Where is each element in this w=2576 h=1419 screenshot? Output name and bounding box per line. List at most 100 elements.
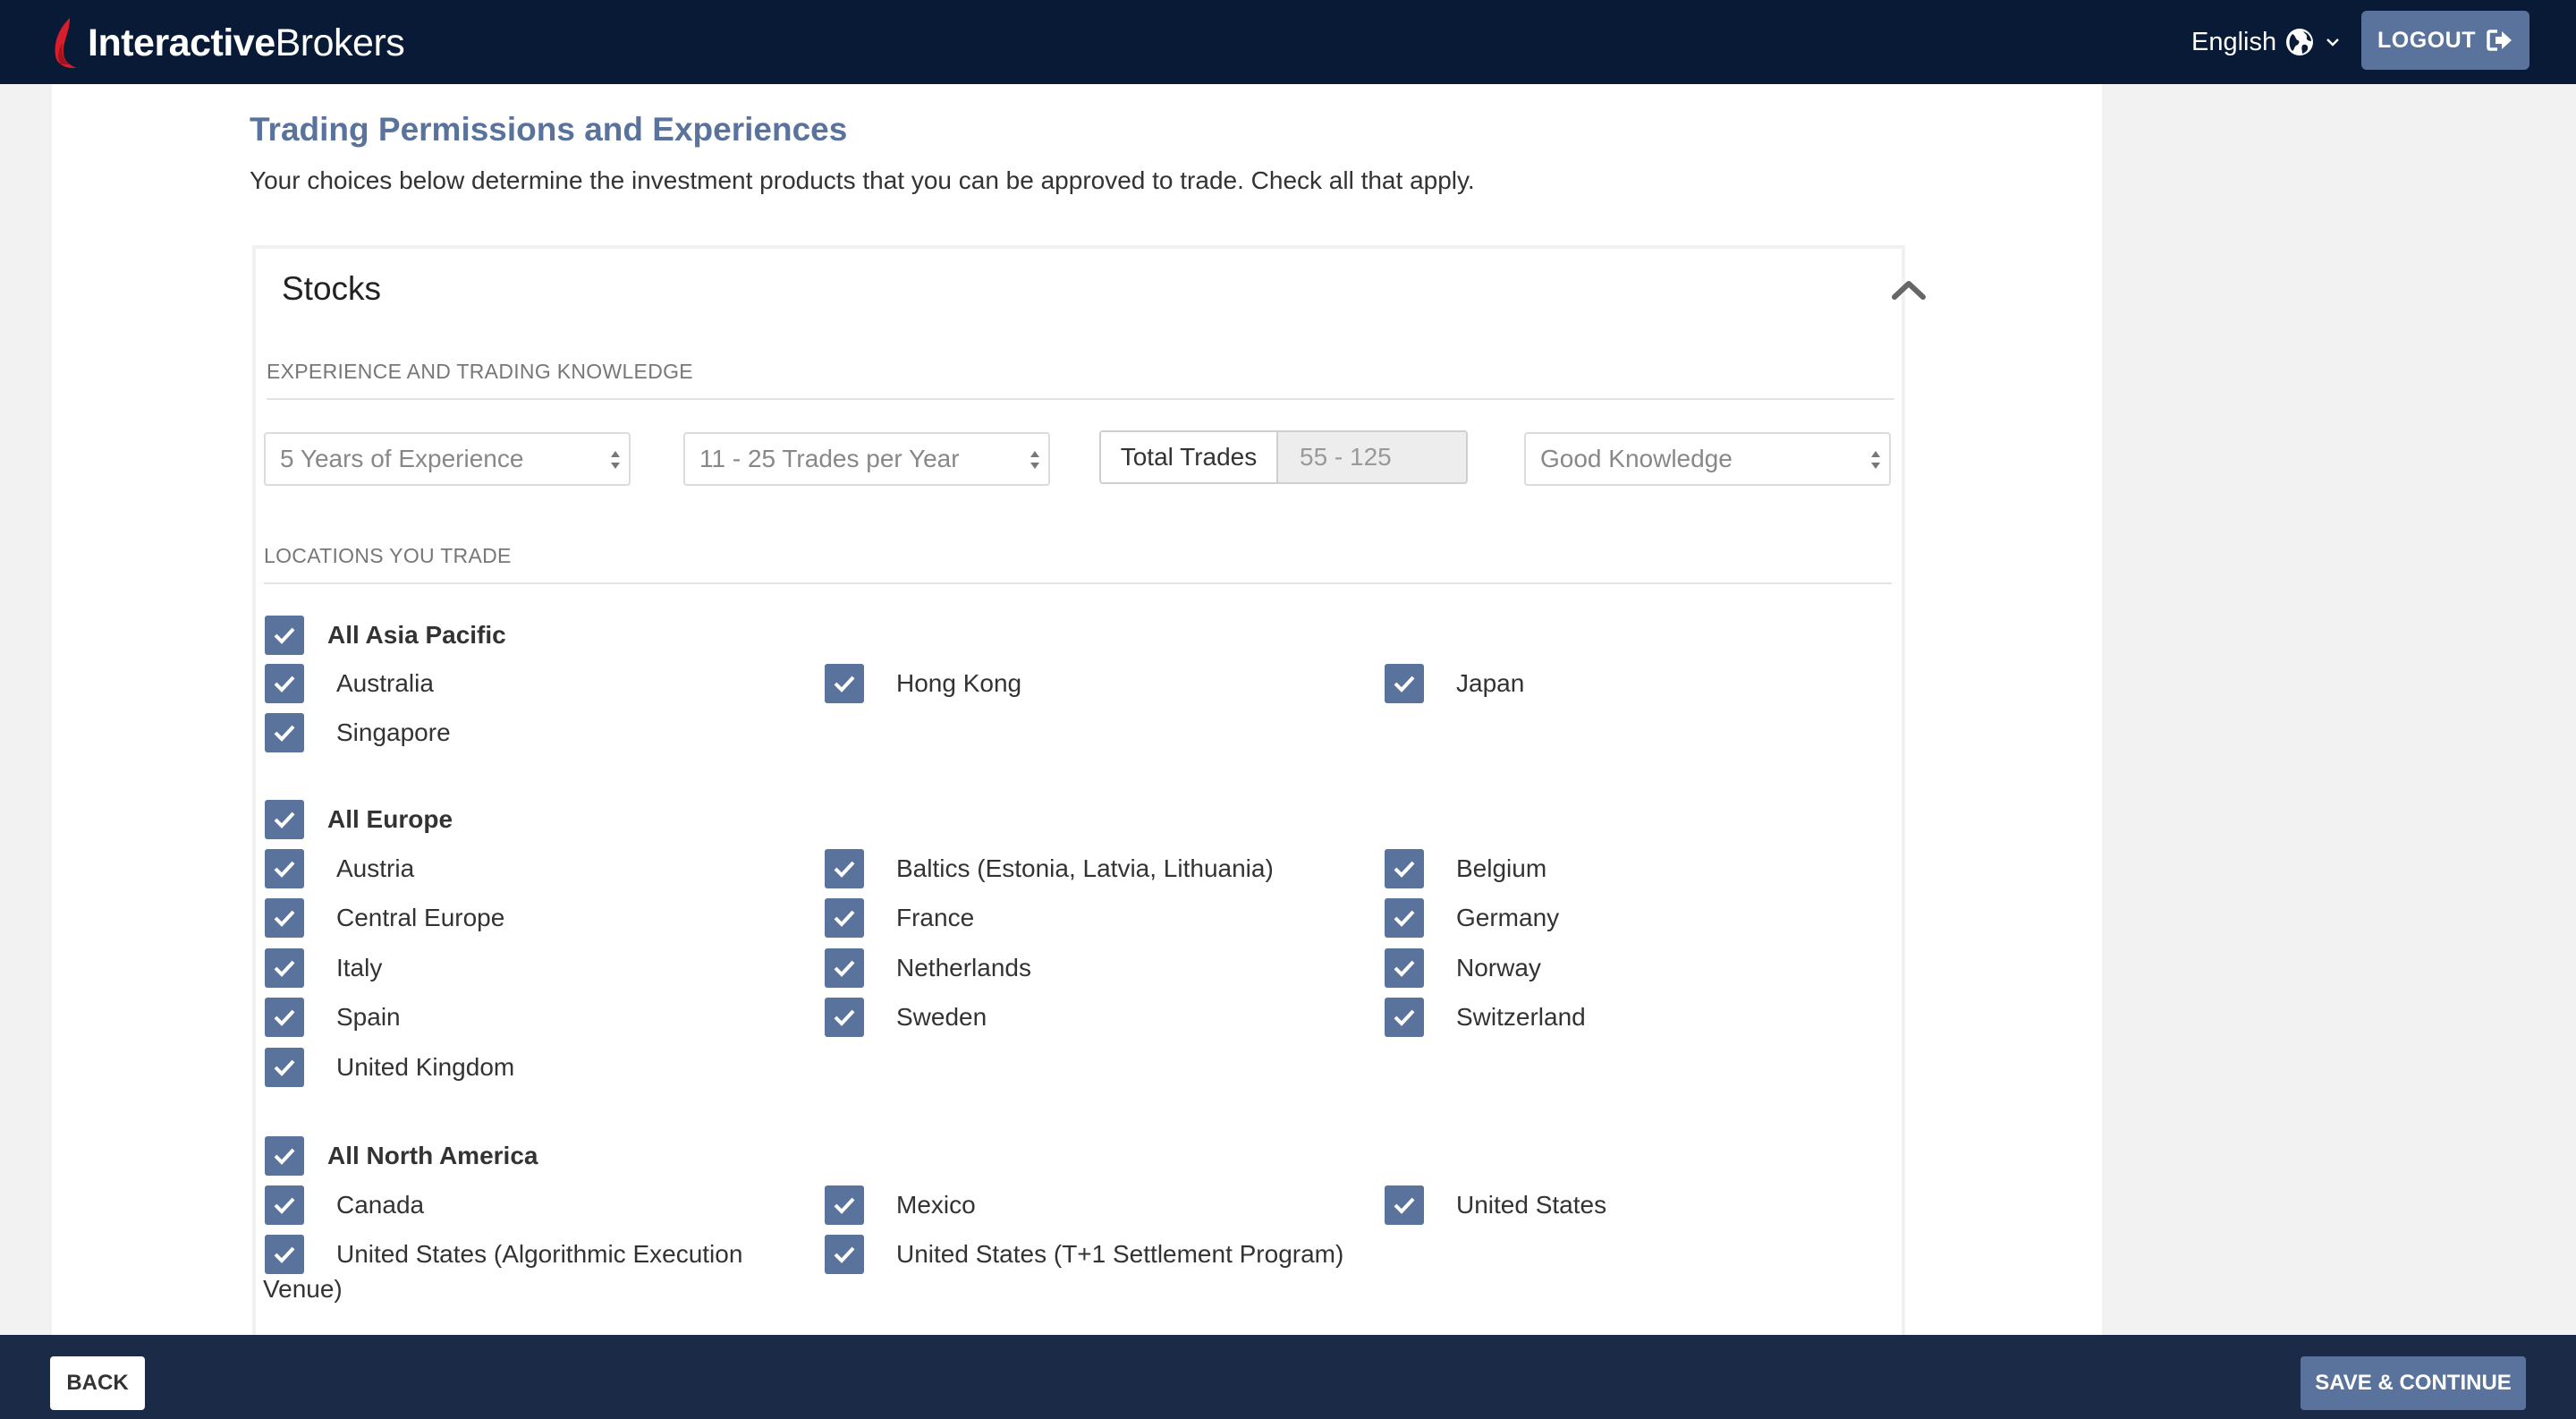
globe-icon bbox=[2286, 29, 2314, 55]
select-arrows-icon bbox=[1871, 451, 1880, 469]
page-title: Trading Permissions and Experiences bbox=[250, 111, 848, 148]
checkbox-sweden[interactable]: Sweden bbox=[825, 998, 987, 1037]
checkbox-checked bbox=[265, 800, 304, 839]
checkbox-label: United States bbox=[1456, 1191, 1607, 1219]
checkbox-label: Sweden bbox=[896, 1003, 987, 1031]
checkbox-all-north-america[interactable]: All North America bbox=[265, 1136, 538, 1176]
checkbox-checked bbox=[1385, 1185, 1424, 1225]
checkbox-checked bbox=[1385, 849, 1424, 888]
checkbox-checked bbox=[265, 1185, 304, 1225]
chevron-down-icon bbox=[2326, 38, 2339, 47]
save-continue-button[interactable]: SAVE & CONTINUE bbox=[2301, 1356, 2526, 1410]
checkbox-label: Canada bbox=[336, 1191, 425, 1219]
checkbox-checked bbox=[825, 849, 864, 888]
select-arrows-icon bbox=[611, 451, 620, 469]
checkbox-checked bbox=[265, 713, 304, 752]
trades-per-year-select[interactable]: 11 - 25 Trades per Year bbox=[683, 432, 1050, 486]
checkbox-all-europe[interactable]: All Europe bbox=[265, 800, 453, 839]
checkmark-icon bbox=[274, 725, 295, 742]
checkmark-icon bbox=[274, 910, 295, 927]
checkbox-checked bbox=[825, 1185, 864, 1225]
checkmark-icon bbox=[1394, 960, 1415, 977]
years-experience-select[interactable]: 5 Years of Experience bbox=[264, 432, 631, 486]
checkbox-france[interactable]: France bbox=[825, 898, 974, 938]
years-experience-value: 5 Years of Experience bbox=[280, 445, 524, 472]
checkmark-icon bbox=[1394, 1009, 1415, 1026]
checkbox-checked bbox=[265, 1235, 304, 1274]
sign-out-icon bbox=[2487, 30, 2512, 51]
checkmark-icon bbox=[274, 1246, 295, 1263]
checkbox-belgium[interactable]: Belgium bbox=[1385, 849, 1546, 888]
checkmark-icon bbox=[834, 1246, 855, 1263]
checkbox-japan[interactable]: Japan bbox=[1385, 664, 1524, 703]
checkbox-united-kingdom[interactable]: United Kingdom bbox=[265, 1048, 514, 1087]
checkbox-singapore[interactable]: Singapore bbox=[265, 713, 451, 752]
checkbox-austria[interactable]: Austria bbox=[265, 849, 414, 888]
checkmark-icon bbox=[834, 861, 855, 878]
checkbox-checked bbox=[265, 849, 304, 888]
top-header: InteractiveBrokers English LOGOUT bbox=[0, 0, 2576, 84]
checkbox-germany[interactable]: Germany bbox=[1385, 898, 1559, 938]
logout-button[interactable]: LOGOUT bbox=[2361, 11, 2529, 70]
checkbox-checked bbox=[265, 998, 304, 1037]
checkbox-checked bbox=[825, 948, 864, 988]
checkbox-italy[interactable]: Italy bbox=[265, 948, 382, 988]
checkbox-checked bbox=[825, 898, 864, 938]
checkbox-hong-kong[interactable]: Hong Kong bbox=[825, 664, 1021, 703]
trades-per-year-value: 11 - 25 Trades per Year bbox=[699, 445, 960, 472]
checkbox-label: Baltics (Estonia, Latvia, Lithuania) bbox=[896, 854, 1274, 882]
checkbox-checked bbox=[265, 1048, 304, 1087]
checkmark-icon bbox=[834, 676, 855, 693]
logo-flame-icon bbox=[55, 18, 77, 68]
knowledge-level-value: Good Knowledge bbox=[1540, 445, 1733, 472]
checkbox-checked bbox=[265, 616, 304, 655]
footer-bar: BACK SAVE & CONTINUE bbox=[0, 1335, 2576, 1419]
checkbox-central-europe[interactable]: Central Europe bbox=[265, 898, 504, 938]
checkbox-label: All Europe bbox=[327, 805, 453, 833]
checkbox-label: Belgium bbox=[1456, 854, 1547, 882]
logout-label: LOGOUT bbox=[2377, 27, 2476, 53]
checkbox-label: United States (Algorithmic Execution bbox=[336, 1240, 743, 1268]
total-trades-field: Total Trades 55 - 125 bbox=[1099, 430, 1468, 484]
checkbox-label: Italy bbox=[336, 954, 383, 981]
checkbox-netherlands[interactable]: Netherlands bbox=[825, 948, 1031, 988]
checkbox-baltics[interactable]: Baltics (Estonia, Latvia, Lithuania) bbox=[825, 849, 1274, 888]
checkbox-label: Japan bbox=[1456, 669, 1525, 697]
checkbox-spain[interactable]: Spain bbox=[265, 998, 401, 1037]
checkmark-icon bbox=[274, 627, 295, 644]
checkbox-mexico[interactable]: Mexico bbox=[825, 1185, 976, 1225]
checkbox-label: Spain bbox=[336, 1003, 401, 1031]
checkmark-icon bbox=[834, 960, 855, 977]
checkbox-switzerland[interactable]: Switzerland bbox=[1385, 998, 1586, 1037]
checkbox-checked bbox=[1385, 948, 1424, 988]
chevron-up-icon[interactable] bbox=[1887, 272, 1930, 308]
checkbox-checked bbox=[825, 664, 864, 703]
checkbox-united-states[interactable]: United States bbox=[1385, 1185, 1606, 1225]
language-selector[interactable]: English bbox=[2191, 23, 2341, 61]
knowledge-level-select[interactable]: Good Knowledge bbox=[1524, 432, 1891, 486]
checkbox-label: Mexico bbox=[896, 1191, 976, 1219]
checkbox-label: United States (T+1 Settlement Program) bbox=[896, 1240, 1344, 1268]
checkmark-icon bbox=[274, 960, 295, 977]
checkbox-label: Norway bbox=[1456, 954, 1541, 981]
checkbox-australia[interactable]: Australia bbox=[265, 664, 434, 703]
logo-text-regular: Brokers bbox=[275, 21, 405, 64]
checkbox-all-asia-pacific[interactable]: All Asia Pacific bbox=[265, 616, 506, 655]
checkbox-checked bbox=[265, 948, 304, 988]
checkbox-checked bbox=[265, 1136, 304, 1176]
checkbox-checked bbox=[1385, 998, 1424, 1037]
checkmark-icon bbox=[834, 1197, 855, 1214]
checkmark-icon bbox=[1394, 676, 1415, 693]
checkbox-label: All North America bbox=[327, 1142, 538, 1169]
language-label: English bbox=[2191, 27, 2277, 56]
checkmark-icon bbox=[834, 910, 855, 927]
checkbox-united-states-algorithmic[interactable]: United States (Algorithmic Execution bbox=[265, 1235, 742, 1274]
locations-section-heading: LOCATIONS YOU TRADE bbox=[264, 544, 1892, 584]
interactive-brokers-logo[interactable]: InteractiveBrokers bbox=[50, 16, 405, 70]
checkmark-icon bbox=[274, 811, 295, 828]
checkbox-canada[interactable]: Canada bbox=[265, 1185, 424, 1225]
back-button[interactable]: BACK bbox=[50, 1356, 145, 1410]
checkbox-norway[interactable]: Norway bbox=[1385, 948, 1541, 988]
checkbox-label: United Kingdom bbox=[336, 1053, 515, 1081]
checkbox-united-states-t1-settlement[interactable]: United States (T+1 Settlement Program) bbox=[825, 1235, 1343, 1274]
